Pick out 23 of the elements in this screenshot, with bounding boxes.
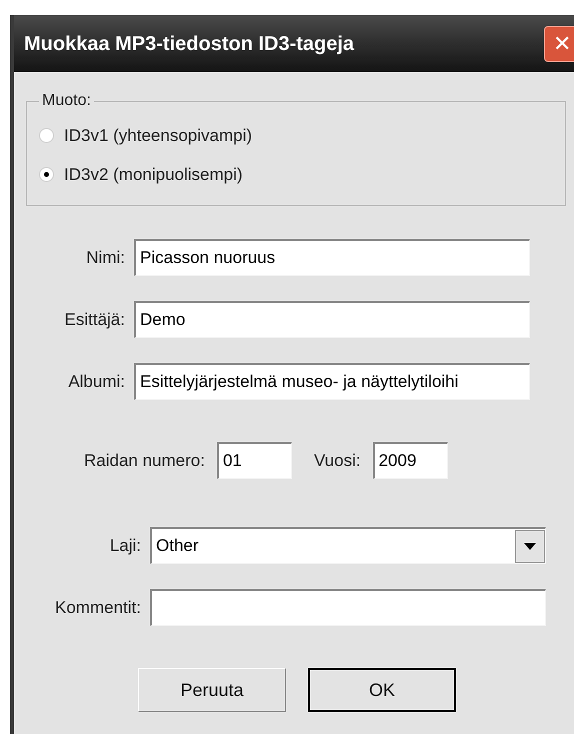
text-field[interactable]: Esittelyjärjestelmä museo- ja näyttelytiloihi	[134, 363, 530, 400]
group-legend: Muoto:	[39, 89, 94, 113]
year-field[interactable]: 2009	[372, 442, 448, 479]
dialog-button[interactable]: OK	[308, 668, 456, 712]
field-label: Kommentit:	[54, 596, 142, 619]
field-label: Nimi:	[85, 246, 126, 269]
radio-button[interactable]	[39, 128, 54, 144]
field-label: Laji:	[108, 534, 142, 557]
field-label: Raidan numero:	[84, 450, 205, 472]
genre-dropdown[interactable]: Other	[150, 527, 546, 564]
track-number-field[interactable]: 01	[216, 442, 292, 479]
radio-button[interactable]	[39, 166, 54, 182]
dialog-button[interactable]: Peruuta	[138, 668, 286, 712]
radio-option[interactable]: ID3v1 (yhteensopivampi)	[39, 123, 565, 148]
comment-field[interactable]	[150, 589, 546, 626]
field-label: Esittäjä:	[64, 308, 126, 331]
window-title: Muokkaa MP3-tiedoston ID3-tageja	[24, 32, 354, 56]
radio-option[interactable]: ID3v2 (monipuolisempi)	[39, 162, 565, 187]
text-field[interactable]: Picasson nuoruus	[134, 239, 530, 276]
text-field[interactable]: Demo	[134, 301, 530, 338]
close-button[interactable]: ✕	[544, 26, 574, 62]
field-label: Albumi:	[67, 370, 126, 393]
field-label: Vuosi:	[314, 450, 361, 472]
